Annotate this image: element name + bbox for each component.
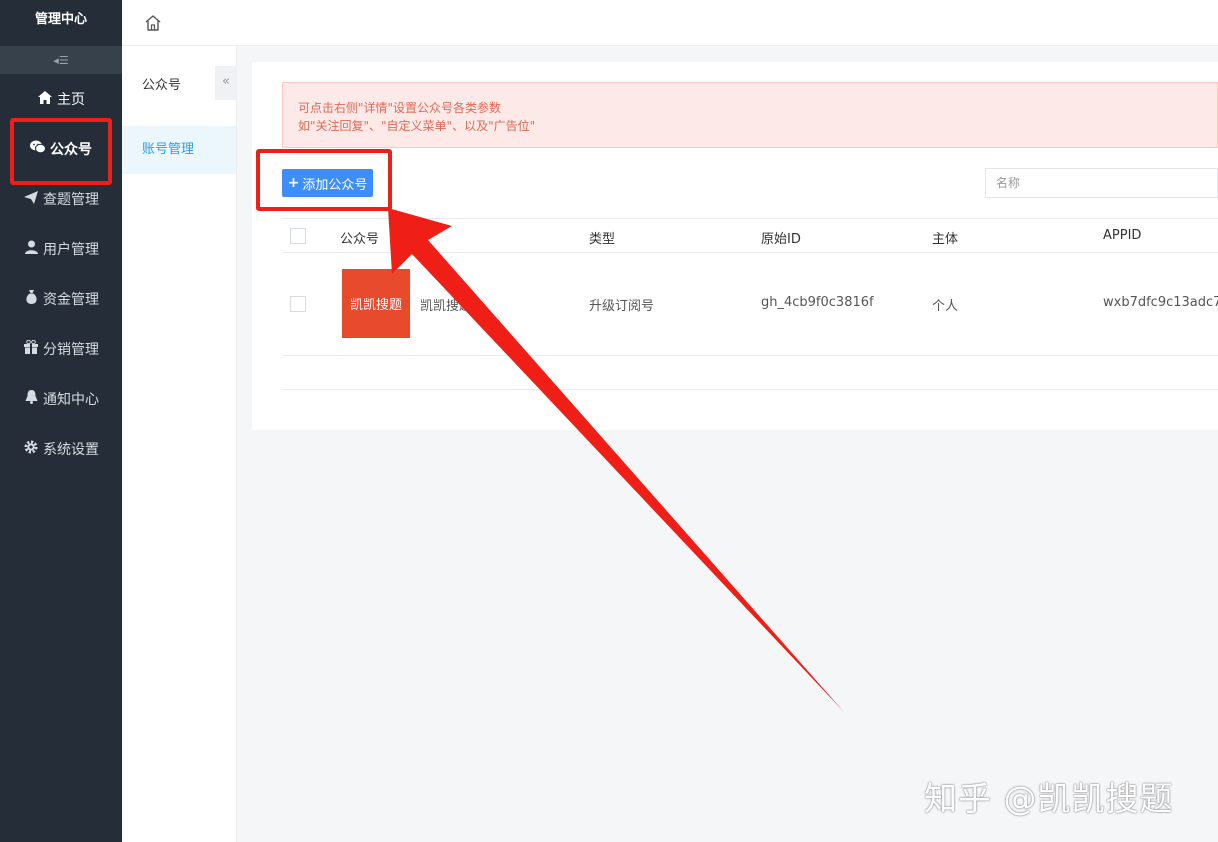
watermark-text: 知乎 @凯凯搜题 bbox=[924, 779, 1174, 818]
annotation-arrow bbox=[388, 208, 844, 712]
